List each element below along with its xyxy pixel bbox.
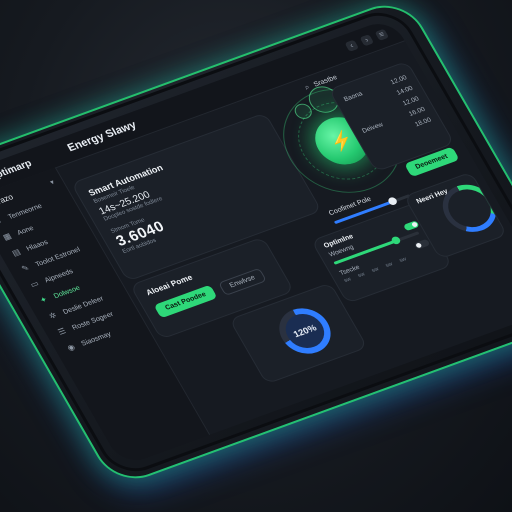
user-icon: ◉: [65, 342, 77, 353]
tools-icon: ✎: [19, 263, 31, 274]
gear-icon: ✲: [47, 310, 59, 321]
toggle-switch[interactable]: [402, 219, 420, 231]
settings-icon: ✦: [38, 294, 50, 306]
chevron-down-icon[interactable]: ▾: [48, 178, 56, 186]
menu-button[interactable]: ≡: [374, 28, 390, 41]
tablet-device: Optimarp Energy Slawy ‹ › ≡ Nenrazo ▾ ⌂ …: [0, 4, 512, 480]
window-controls: ‹ › ≡: [344, 28, 390, 52]
home-icon: ⌂: [0, 216, 3, 226]
secondary-action-button[interactable]: Enwlvse: [218, 267, 268, 296]
list-icon: ☰: [56, 326, 68, 337]
radial-chart: [433, 177, 506, 239]
app-screen: Optimarp Energy Slawy ‹ › ≡ Nenrazo ▾ ⌂ …: [0, 17, 512, 467]
folder-icon: ▭: [28, 278, 41, 290]
chart-icon: ▤: [10, 247, 23, 258]
sidebar-item-label: Siaosmay: [79, 330, 113, 348]
gauge-value: 120%: [278, 308, 332, 353]
forward-button[interactable]: ›: [359, 34, 375, 47]
progress-gauge: 120%: [270, 301, 340, 361]
sidebar-item-label: Dolwsoe: [52, 284, 82, 300]
back-button[interactable]: ‹: [344, 39, 360, 52]
grid-icon: ▦: [1, 231, 13, 242]
sidebar-item-label: Hlaaos: [25, 238, 50, 253]
sidebar-item-label: Aone: [15, 224, 35, 237]
